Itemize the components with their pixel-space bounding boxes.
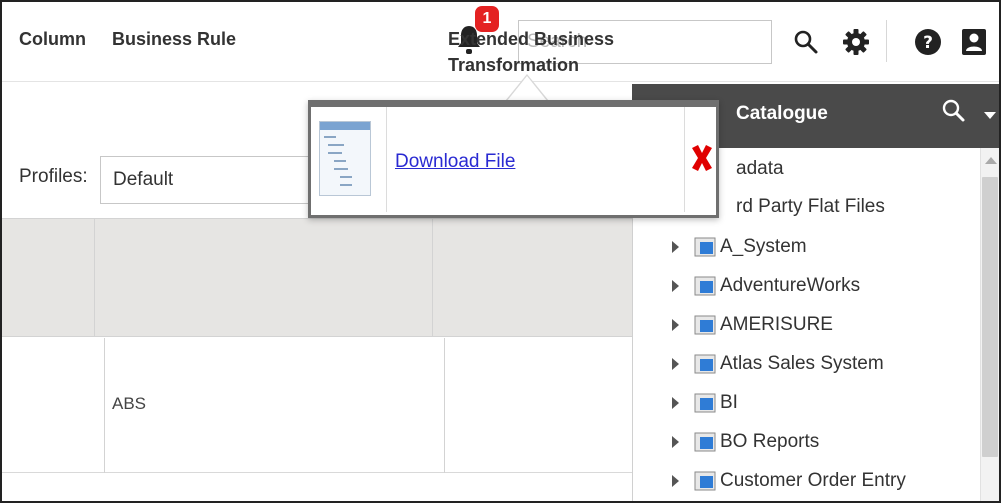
close-icon[interactable] bbox=[690, 143, 714, 173]
tree-item-system[interactable]: BO Reports bbox=[672, 429, 819, 455]
tree-item-label[interactable]: A_System bbox=[720, 236, 807, 258]
thumbnail-line bbox=[324, 136, 336, 138]
scrollbar-thumb[interactable] bbox=[982, 177, 998, 457]
catalogue-menu-chevron-down-icon[interactable] bbox=[984, 112, 996, 119]
close-popup-cell bbox=[684, 107, 716, 212]
database-system-icon bbox=[693, 313, 717, 337]
scroll-up-arrow-icon[interactable] bbox=[985, 157, 997, 164]
file-thumbnail-cell bbox=[311, 107, 387, 212]
tree-item-label[interactable]: AMERISURE bbox=[720, 314, 833, 336]
thumbnail-line bbox=[340, 176, 352, 178]
expand-arrow-icon[interactable] bbox=[672, 358, 679, 370]
thumbnail-line bbox=[334, 160, 346, 162]
tree-item-system[interactable]: Customer Order Entry bbox=[672, 468, 906, 494]
tree-item-metadata[interactable]: adata bbox=[736, 158, 784, 180]
download-file-link[interactable]: Download File bbox=[395, 151, 515, 173]
table-row[interactable] bbox=[2, 338, 632, 473]
settings-gear-icon[interactable] bbox=[842, 28, 870, 56]
table-row[interactable] bbox=[2, 473, 632, 501]
svg-text:?: ? bbox=[923, 33, 933, 53]
expand-arrow-icon[interactable] bbox=[672, 241, 679, 253]
database-system-icon bbox=[693, 469, 717, 493]
tree-item-system[interactable]: AdventureWorks bbox=[672, 273, 860, 299]
database-system-icon bbox=[693, 274, 717, 298]
app-window: 1 ? Profiles: Default Column Business Ru… bbox=[0, 0, 1001, 503]
column-header-extended-business-transformation[interactable]: Extended Business Transformation bbox=[448, 26, 623, 78]
expand-arrow-icon[interactable] bbox=[672, 280, 679, 292]
expand-arrow-icon[interactable] bbox=[672, 397, 679, 409]
popup-pointer-fill bbox=[507, 76, 547, 101]
column-header-business-rule[interactable]: Business Rule bbox=[112, 26, 236, 52]
thumbnail-line bbox=[340, 184, 352, 186]
grid-header bbox=[2, 218, 632, 337]
column-header-column[interactable]: Column bbox=[19, 26, 86, 52]
file-thumbnail-image bbox=[319, 121, 371, 196]
tree-item-third-party-flat-files[interactable]: rd Party Flat Files bbox=[736, 196, 885, 218]
catalogue-search-icon[interactable] bbox=[940, 97, 968, 125]
thumbnail-line bbox=[328, 152, 342, 154]
column-divider bbox=[432, 218, 433, 337]
help-icon[interactable]: ? bbox=[914, 28, 942, 56]
expand-arrow-icon[interactable] bbox=[672, 319, 679, 331]
column-divider bbox=[94, 218, 95, 337]
tree-item-system[interactable]: BI bbox=[672, 390, 738, 416]
expand-arrow-icon[interactable] bbox=[672, 436, 679, 448]
header-divider bbox=[886, 20, 887, 62]
thumbnail-title-bar bbox=[320, 122, 370, 130]
tree-item-label[interactable]: Customer Order Entry bbox=[720, 470, 906, 492]
tree-item-system[interactable]: AMERISURE bbox=[672, 312, 833, 338]
tree-item-system[interactable]: A_System bbox=[672, 234, 807, 260]
database-system-icon bbox=[693, 235, 717, 259]
expand-arrow-icon[interactable] bbox=[672, 475, 679, 487]
database-system-icon bbox=[693, 430, 717, 454]
tree-item-label[interactable]: Atlas Sales System bbox=[720, 353, 884, 375]
search-icon[interactable] bbox=[792, 28, 820, 56]
profiles-select[interactable]: Default bbox=[100, 156, 332, 204]
tree-item-label[interactable]: BI bbox=[720, 392, 738, 414]
thumbnail-line bbox=[334, 168, 348, 170]
tree-item-system[interactable]: Atlas Sales System bbox=[672, 351, 884, 377]
download-notification-popup: Download File bbox=[308, 100, 719, 218]
business-rule-cell[interactable]: ABS bbox=[112, 394, 146, 414]
tree-item-label[interactable]: BO Reports bbox=[720, 431, 819, 453]
tree-item-label[interactable]: AdventureWorks bbox=[720, 275, 860, 297]
profiles-label: Profiles: bbox=[19, 166, 88, 187]
database-system-icon bbox=[693, 352, 717, 376]
database-system-icon bbox=[693, 391, 717, 415]
catalogue-title: Catalogue bbox=[736, 103, 828, 124]
thumbnail-line bbox=[328, 144, 344, 146]
user-profile-icon[interactable] bbox=[960, 28, 988, 56]
